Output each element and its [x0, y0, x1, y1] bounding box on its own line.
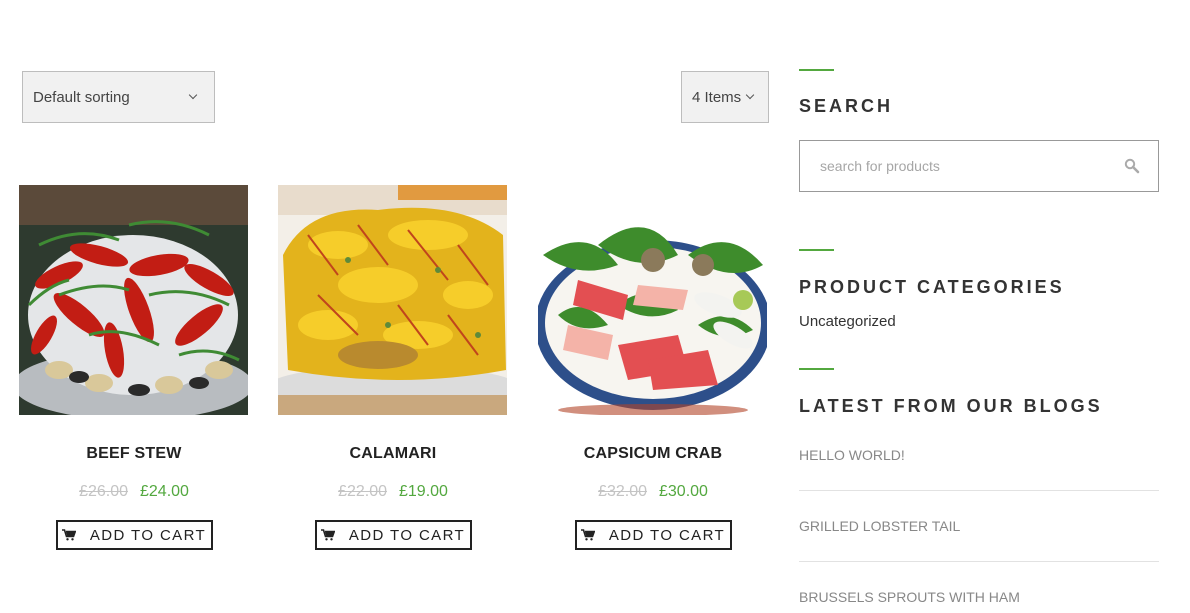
sorting-select-label: Default sorting [33, 88, 130, 106]
blog-post-link[interactable]: BRUSSELS SPROUTS WITH HAM [799, 589, 1159, 605]
category-link-uncategorized[interactable]: Uncategorized [799, 313, 896, 330]
old-price: £22.00 [338, 483, 387, 500]
divider [799, 561, 1159, 562]
items-per-page-select[interactable]: 4 Items [681, 71, 769, 123]
product-prices: £22.00 £19.00 [278, 483, 508, 501]
product-card-beef-stew: BEEF STEW £26.00 £24.00 ADD TO CART [19, 185, 249, 550]
shopping-cart-icon [580, 529, 595, 541]
add-to-cart-button[interactable]: ADD TO CART [55, 520, 213, 550]
divider [799, 490, 1159, 491]
search-widget-title: SEARCH [799, 96, 894, 116]
shopping-cart-icon [320, 529, 335, 541]
product-name[interactable]: CAPSICUM CRAB [538, 445, 768, 463]
add-to-cart-label: ADD TO CART [89, 526, 207, 544]
search-icon[interactable] [1124, 158, 1140, 174]
product-name[interactable]: CALAMARI [278, 445, 508, 463]
product-image-capsicum-crab[interactable] [538, 185, 767, 415]
section-accent-bar [799, 368, 834, 370]
items-per-page-label: 4 Items [692, 88, 742, 106]
sale-price: £24.00 [140, 483, 189, 500]
search-input[interactable]: search for products [799, 140, 1159, 192]
old-price: £26.00 [79, 483, 128, 500]
blogs-widget-title: LATEST FROM OUR BLOGS [799, 396, 1103, 416]
blog-post-link[interactable]: HELLO WORLD! [799, 447, 1159, 463]
product-card-calamari: CALAMARI £22.00 £19.00 ADD TO CART [278, 185, 508, 550]
add-to-cart-button[interactable]: ADD TO CART [314, 520, 472, 550]
search-placeholder: search for products [820, 158, 940, 174]
shopping-cart-icon [61, 529, 76, 541]
add-to-cart-label: ADD TO CART [348, 526, 466, 544]
product-prices: £26.00 £24.00 [19, 483, 249, 501]
product-name[interactable]: BEEF STEW [19, 445, 249, 463]
sale-price: £30.00 [659, 483, 708, 500]
add-to-cart-label: ADD TO CART [608, 526, 726, 544]
chevron-down-icon [745, 90, 755, 100]
product-card-capsicum-crab: CAPSICUM CRAB £32.00 £30.00 ADD TO CART [538, 185, 768, 550]
product-prices: £32.00 £30.00 [538, 483, 768, 501]
section-accent-bar [799, 69, 834, 71]
chevron-down-icon [188, 90, 198, 100]
section-accent-bar [799, 249, 834, 251]
categories-widget-title: PRODUCT CATEGORIES [799, 277, 1065, 297]
sorting-select[interactable]: Default sorting [22, 71, 215, 123]
product-image-calamari[interactable] [278, 185, 507, 415]
old-price: £32.00 [598, 483, 647, 500]
sale-price: £19.00 [399, 483, 448, 500]
blog-post-link[interactable]: GRILLED LOBSTER TAIL [799, 518, 1159, 534]
add-to-cart-button[interactable]: ADD TO CART [574, 520, 732, 550]
product-image-beef-stew[interactable] [19, 185, 248, 415]
